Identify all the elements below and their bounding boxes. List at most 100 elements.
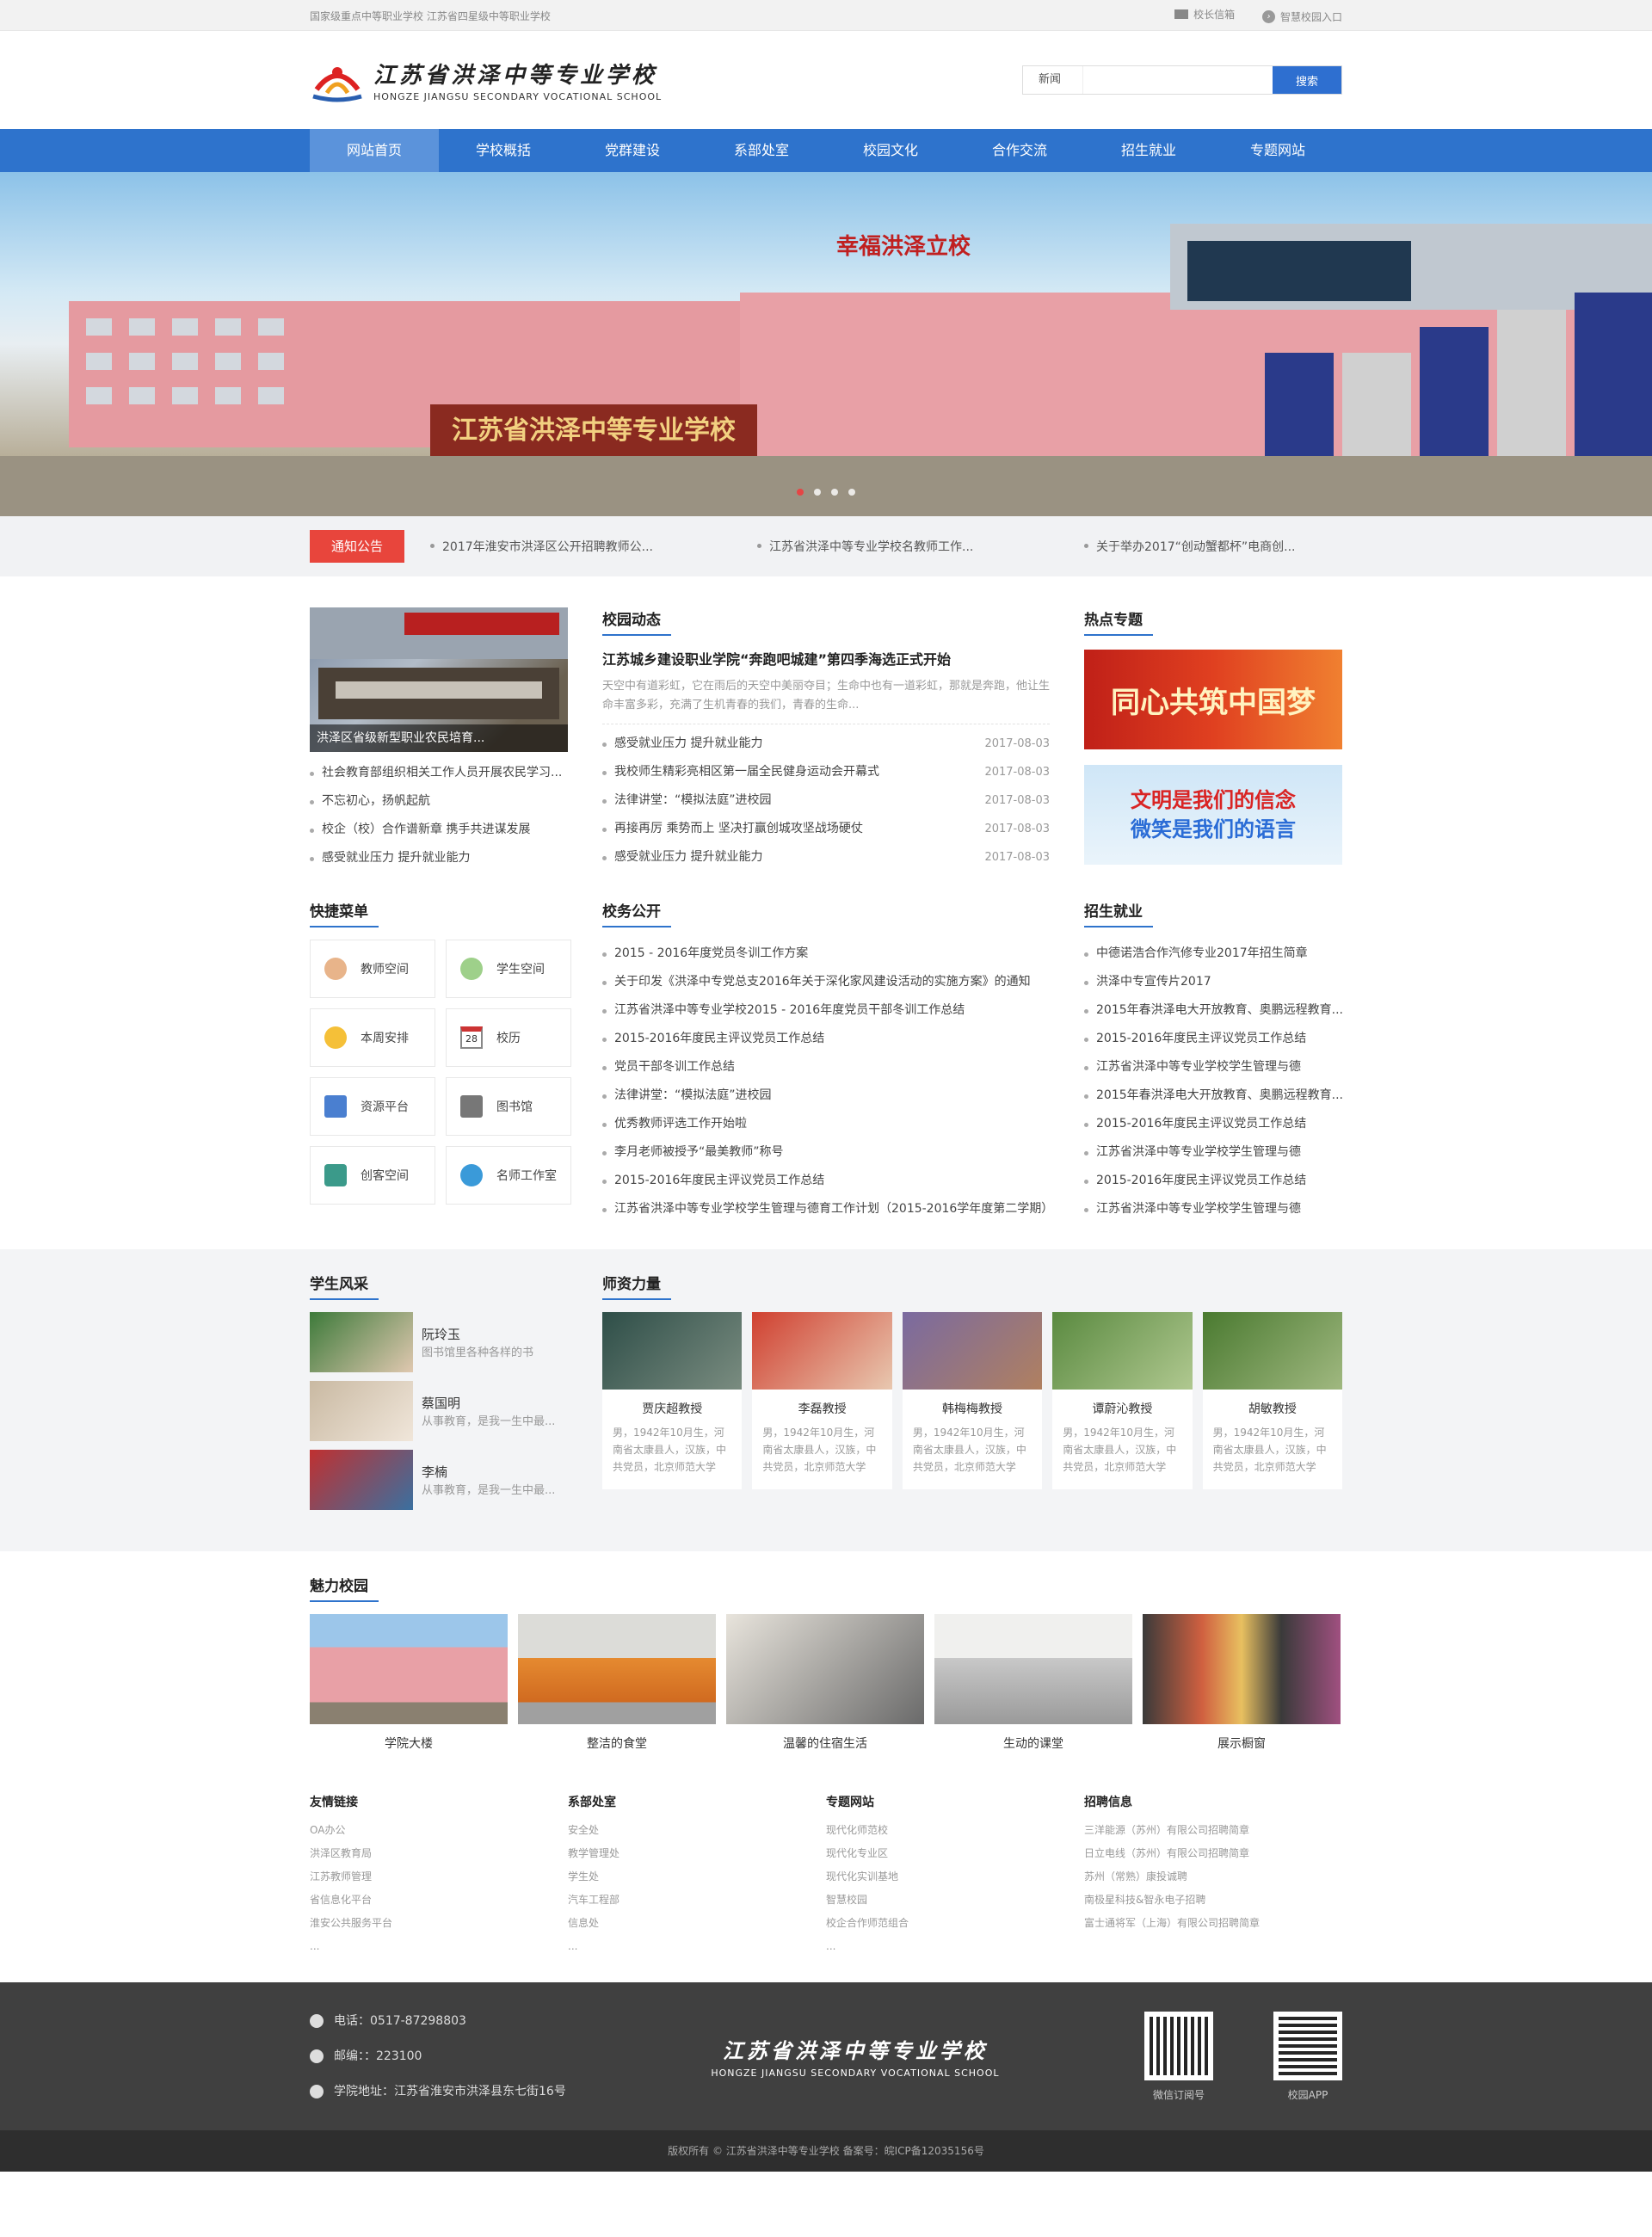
nav-item-home[interactable]: 网站首页: [310, 129, 439, 172]
footer-link[interactable]: 现代化师范校: [826, 1819, 1084, 1842]
principal-mail-link[interactable]: 校长信箱: [1174, 7, 1235, 22]
nav-item-about[interactable]: 学校概括: [439, 129, 568, 172]
gallery-item[interactable]: 整洁的食堂: [518, 1614, 716, 1752]
student-card[interactable]: 阮玲玉 图书馆里各种各样的书: [310, 1312, 568, 1372]
list-item[interactable]: 法律讲堂：“模拟法庭”进校园: [602, 1082, 1050, 1110]
teacher-card[interactable]: 谭蔚沁教授 男，1942年10月生，河南省太康县人，汉族，中共党员，北京师范大学: [1052, 1312, 1193, 1489]
nav-item-enrollment[interactable]: 招生就业: [1084, 129, 1213, 172]
footer-link[interactable]: 南极星科技&智永电子招聘: [1084, 1889, 1342, 1912]
footer-link[interactable]: 江苏教师管理: [310, 1865, 568, 1889]
carousel-dot[interactable]: [831, 489, 838, 496]
carousel-dot[interactable]: [797, 489, 804, 496]
footer-link[interactable]: ...: [568, 1935, 826, 1958]
nav-item-departments[interactable]: 系部处室: [697, 129, 826, 172]
student-card[interactable]: 李楠 从事教育，是我一生中最...: [310, 1450, 568, 1510]
footer-link[interactable]: 现代化实训基地: [826, 1865, 1084, 1889]
teacher-card[interactable]: 贾庆超教授 男，1942年10月生，河南省太康县人，汉族，中共党员，北京师范大学: [602, 1312, 743, 1489]
list-item[interactable]: 江苏省洪泽中等专业学校学生管理与德: [1084, 1053, 1342, 1082]
gallery-item[interactable]: 学院大楼: [310, 1614, 508, 1752]
list-item[interactable]: 江苏省洪泽中等专业学校学生管理与德: [1084, 1138, 1342, 1167]
notice-item[interactable]: 关于举办2017“创动蟹都杯”电商创...: [1084, 538, 1316, 555]
notice-item[interactable]: 2017年淮安市洪泽区公开招聘教师公...: [430, 538, 757, 555]
list-item[interactable]: 李月老师被授予“最美教师”称号: [602, 1138, 1050, 1167]
list-item[interactable]: 感受就业压力 提升就业能力: [310, 844, 568, 872]
list-item[interactable]: 校企（校）合作谱新章 携手共进谋发展: [310, 816, 568, 844]
teacher-card[interactable]: 胡敏教授 男，1942年10月生，河南省太康县人，汉族，中共党员，北京师范大学: [1202, 1312, 1343, 1489]
footer-link[interactable]: 学生处: [568, 1865, 826, 1889]
school-logo[interactable]: 江苏省洪泽中等专业学校 HONGZE JIANGSU SECONDARY VOC…: [310, 53, 662, 107]
news-row[interactable]: 法律讲堂：“模拟法庭”进校园 2017-08-03: [602, 786, 1050, 815]
footer-link[interactable]: 苏州（常熟）康投诚聘: [1084, 1865, 1342, 1889]
nav-item-party[interactable]: 党群建设: [568, 129, 697, 172]
student-showcase: 学生风采 阮玲玉 图书馆里各种各样的书 蔡国明 从事教育，是我一生中最... 李楠从…: [310, 1272, 568, 1519]
list-item[interactable]: 党员干部冬训工作总结: [602, 1053, 1050, 1082]
student-card[interactable]: 蔡国明 从事教育，是我一生中最...: [310, 1381, 568, 1441]
quick-weekly-schedule[interactable]: 本周安排: [310, 1008, 435, 1067]
footer-link[interactable]: 教学管理处: [568, 1842, 826, 1865]
gallery-item[interactable]: 生动的课堂: [934, 1614, 1132, 1752]
footer-link[interactable]: 安全处: [568, 1819, 826, 1842]
list-item[interactable]: 江苏省洪泽中等专业学校学生管理与德: [1084, 1195, 1342, 1223]
nav-item-cooperation[interactable]: 合作交流: [955, 129, 1084, 172]
footer-link[interactable]: OA办公: [310, 1819, 568, 1842]
gallery-item[interactable]: 展示橱窗: [1143, 1614, 1341, 1752]
carousel-dot[interactable]: [848, 489, 855, 496]
news-row[interactable]: 我校师生精彩亮相区第一届全民健身运动会开幕式 2017-08-03: [602, 758, 1050, 786]
teacher-card[interactable]: 李磊教授 男，1942年10月生，河南省太康县人，汉族，中共党员，北京师范大学: [752, 1312, 892, 1489]
list-item[interactable]: 2015-2016年度民主评议党员工作总结: [1084, 1025, 1342, 1053]
quick-calendar[interactable]: 28 校历: [446, 1008, 571, 1067]
nav-item-culture[interactable]: 校园文化: [826, 129, 955, 172]
search-input[interactable]: [1083, 66, 1273, 94]
list-item[interactable]: 2015-2016年度民主评议党员工作总结: [1084, 1167, 1342, 1195]
list-item[interactable]: 江苏省洪泽中等专业学校2015 - 2016年度党员干部冬训工作总结: [602, 996, 1050, 1025]
footer-link[interactable]: 日立电线（苏州）有限公司招聘简章: [1084, 1842, 1342, 1865]
footer-link[interactable]: ...: [310, 1935, 568, 1958]
footer-link[interactable]: 省信息化平台: [310, 1889, 568, 1912]
list-item[interactable]: 中德诺浩合作汽修专业2017年招生简章: [1084, 940, 1342, 968]
list-item[interactable]: 2015-2016年度民主评议党员工作总结: [1084, 1110, 1342, 1138]
smart-campus-link[interactable]: › 智慧校园入口: [1261, 9, 1342, 24]
news-row[interactable]: 再接再厉 乘势而上 坚决打赢创城攻坚战场硬仗 2017-08-03: [602, 815, 1050, 843]
quick-maker-space[interactable]: 创客空间: [310, 1146, 435, 1205]
list-item[interactable]: 社会教育部组织相关工作人员开展农民学习...: [310, 759, 568, 787]
list-item[interactable]: 洪泽中专宣传片2017: [1084, 968, 1342, 996]
gallery-item[interactable]: 温馨的住宿生活: [726, 1614, 924, 1752]
footer-link[interactable]: 洪泽区教育局: [310, 1842, 568, 1865]
search-button[interactable]: 搜索: [1273, 66, 1341, 94]
news-row[interactable]: 感受就业压力 提升就业能力 2017-08-03: [602, 730, 1050, 758]
footer-link[interactable]: 校企合作师范组合: [826, 1912, 1084, 1935]
footer-link[interactable]: 富士通将军（上海）有限公司招聘简章: [1084, 1912, 1342, 1935]
quick-library[interactable]: 图书馆: [446, 1077, 571, 1136]
news-row[interactable]: 感受就业压力 提升就业能力 2017-08-03: [602, 843, 1050, 872]
footer-link[interactable]: 现代化专业区: [826, 1842, 1084, 1865]
quick-teacher-space[interactable]: 教师空间: [310, 940, 435, 998]
footer-link[interactable]: ...: [826, 1935, 1084, 1958]
footer-link[interactable]: 信息处: [568, 1912, 826, 1935]
hero-banner[interactable]: 江苏省洪泽中等专业学校 幸福洪泽立校: [0, 172, 1652, 516]
notice-item[interactable]: 江苏省洪泽中等专业学校名教师工作...: [757, 538, 1084, 555]
footer-link[interactable]: 汽车工程部: [568, 1889, 826, 1912]
topic-banner-civilization[interactable]: 文明是我们的信念 微笑是我们的语言: [1084, 765, 1342, 865]
list-item[interactable]: 2015年春洪泽电大开放教育、奥鹏远程教育...: [1084, 1082, 1342, 1110]
teacher-card[interactable]: 韩梅梅教授 男，1942年10月生，河南省太康县人，汉族，中共党员，北京师范大学: [902, 1312, 1043, 1489]
footer-link[interactable]: 智慧校园: [826, 1889, 1084, 1912]
list-item[interactable]: 2015-2016年度民主评议党员工作总结: [602, 1025, 1050, 1053]
featured-photo[interactable]: 洪泽区省级新型职业农民培育...: [310, 607, 568, 752]
quick-master-studio[interactable]: 名师工作室: [446, 1146, 571, 1205]
topic-banner-chinese-dream[interactable]: 同心共筑中国梦: [1084, 650, 1342, 749]
nav-item-topics[interactable]: 专题网站: [1213, 129, 1342, 172]
list-item[interactable]: 2015-2016年度民主评议党员工作总结: [602, 1167, 1050, 1195]
quick-student-space[interactable]: 学生空间: [446, 940, 571, 998]
list-item[interactable]: 优秀教师评选工作开始啦: [602, 1110, 1050, 1138]
footer-link[interactable]: 三洋能源（苏州）有限公司招聘简章: [1084, 1819, 1342, 1842]
search-category-label[interactable]: 新闻: [1023, 66, 1083, 94]
list-item[interactable]: 不忘初心，扬帆起航: [310, 787, 568, 816]
headline-link[interactable]: 江苏城乡建设职业学院“奔跑吧城建”第四季海选正式开始: [602, 648, 1050, 669]
list-item[interactable]: 2015 - 2016年度党员冬训工作方案: [602, 940, 1050, 968]
quick-resource-platform[interactable]: 资源平台: [310, 1077, 435, 1136]
carousel-dot[interactable]: [814, 489, 821, 496]
list-item[interactable]: 2015年春洪泽电大开放教育、奥鹏远程教育...: [1084, 996, 1342, 1025]
list-item[interactable]: 关于印发《洪泽中专党总支2016年关于深化家风建设活动的实施方案》的通知: [602, 968, 1050, 996]
list-item[interactable]: 江苏省洪泽中等专业学校学生管理与德育工作计划（2015-2016学年度第二学期）: [602, 1195, 1050, 1223]
footer-link[interactable]: 淮安公共服务平台: [310, 1912, 568, 1935]
